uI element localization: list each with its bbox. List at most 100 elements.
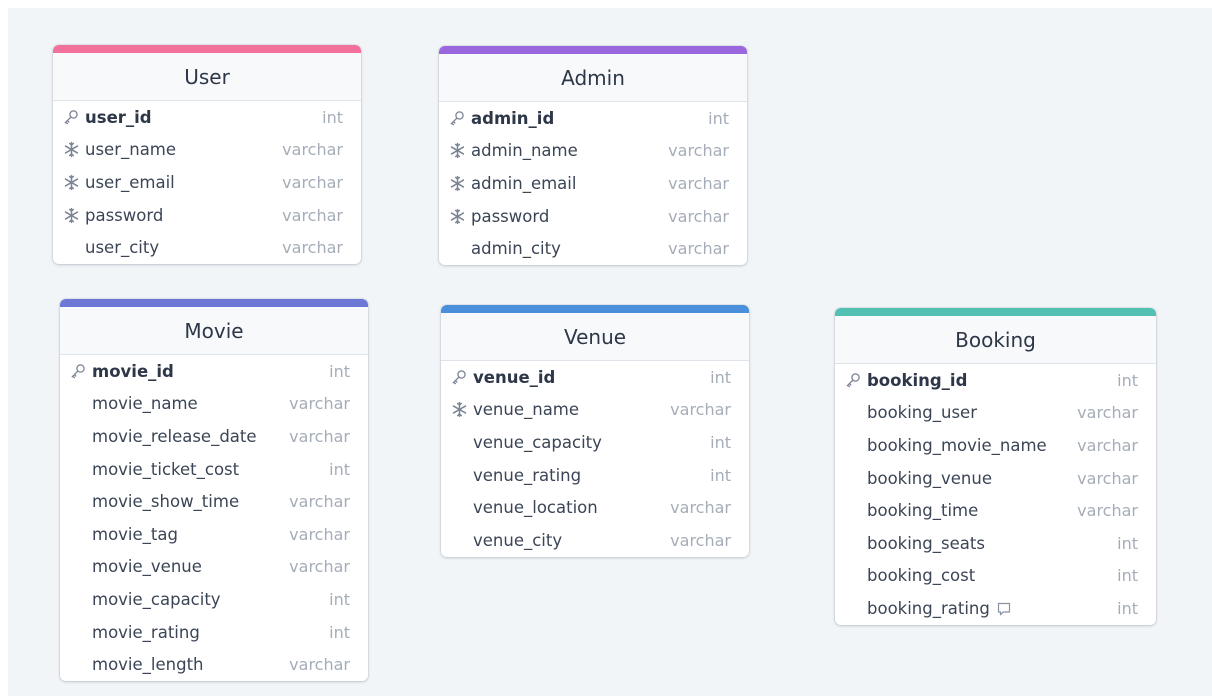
column-type: varchar (289, 557, 350, 577)
column-type: varchar (289, 426, 350, 446)
column-type: int (329, 589, 350, 609)
table-title[interactable]: Admin (439, 54, 747, 102)
column-row-movie-name[interactable]: movie_name varchar (60, 388, 368, 421)
table-user[interactable]: User user_id int user_name varchar user_emai… (53, 45, 361, 264)
column-row-password[interactable]: password varchar (53, 199, 361, 232)
column-row-admin-email[interactable]: admin_email varchar (439, 167, 747, 200)
column-row-user-id[interactable]: user_id int (53, 101, 361, 134)
column-row-booking-user[interactable]: booking_user varchar (835, 397, 1156, 430)
column-row-admin-id[interactable]: admin_id int (439, 102, 747, 135)
column-name: movie_id (92, 362, 329, 381)
column-name: movie_venue (92, 557, 289, 576)
column-name-text: movie_id (92, 361, 174, 381)
table-title[interactable]: Movie (60, 307, 368, 355)
column-row-movie-rating[interactable]: movie_rating int (60, 616, 368, 649)
column-name-text: movie_rating (92, 622, 200, 642)
column-row-venue-location[interactable]: venue_location varchar (441, 491, 749, 524)
column-row-user-city[interactable]: user_city varchar (53, 231, 361, 264)
column-type: int (710, 465, 731, 485)
table-admin[interactable]: Admin admin_id int admin_name varchar admin_… (439, 46, 747, 265)
column-name-text: movie_capacity (92, 589, 221, 609)
column-row-movie-release-date[interactable]: movie_release_date varchar (60, 420, 368, 453)
column-name: booking_movie_name (867, 436, 1077, 455)
table-venue[interactable]: Venue venue_id int venue_name varchar venue_… (441, 305, 749, 557)
table-booking[interactable]: Booking booking_id int booking_user varchar… (835, 308, 1156, 625)
column-row-venue-rating[interactable]: venue_rating int (441, 459, 749, 492)
column-row-user-email[interactable]: user_email varchar (53, 166, 361, 199)
column-name-text: venue_capacity (473, 432, 602, 452)
column-type: varchar (289, 524, 350, 544)
column-type: varchar (670, 400, 731, 420)
column-type: int (710, 432, 731, 452)
column-row-admin-city[interactable]: admin_city varchar (439, 232, 747, 265)
column-name-text: booking_user (867, 403, 977, 423)
table-title[interactable]: Venue (441, 313, 749, 361)
key-icon (449, 110, 471, 126)
column-name-text: venue_location (473, 498, 598, 518)
column-type: varchar (282, 140, 343, 160)
column-row-booking-id[interactable]: booking_id int (835, 364, 1156, 397)
key-icon (451, 369, 473, 385)
column-row-user-name[interactable]: user_name varchar (53, 134, 361, 167)
snowflake-icon (451, 401, 473, 418)
column-row-booking-seats[interactable]: booking_seats int (835, 527, 1156, 560)
column-row-movie-tag[interactable]: movie_tag varchar (60, 518, 368, 551)
table-title[interactable]: User (53, 53, 361, 101)
column-row-venue-capacity[interactable]: venue_capacity int (441, 426, 749, 459)
table-color-bar (441, 305, 749, 313)
column-type: varchar (289, 492, 350, 512)
column-row-password[interactable]: password varchar (439, 200, 747, 233)
column-type: varchar (1077, 435, 1138, 455)
table-movie[interactable]: Movie movie_id int movie_name varchar movie_… (60, 299, 368, 681)
column-row-booking-venue[interactable]: booking_venue varchar (835, 462, 1156, 495)
column-name: user_city (85, 238, 282, 257)
column-name-text: admin_id (471, 108, 555, 128)
column-type: varchar (1077, 468, 1138, 488)
column-row-venue-id[interactable]: venue_id int (441, 361, 749, 394)
column-row-movie-length[interactable]: movie_length varchar (60, 648, 368, 681)
column-row-booking-movie-name[interactable]: booking_movie_name varchar (835, 429, 1156, 462)
snowflake-icon (449, 208, 471, 225)
column-row-admin-name[interactable]: admin_name varchar (439, 135, 747, 168)
table-title[interactable]: Booking (835, 316, 1156, 364)
column-row-booking-time[interactable]: booking_time varchar (835, 494, 1156, 527)
column-name: movie_tag (92, 525, 289, 544)
key-icon (845, 372, 867, 388)
column-type: varchar (282, 238, 343, 258)
note-icon[interactable] (996, 601, 1012, 617)
column-type: varchar (670, 498, 731, 518)
snowflake-icon (449, 142, 471, 159)
column-row-booking-rating[interactable]: booking_rating int (835, 592, 1156, 625)
column-name-text: venue_id (473, 367, 556, 387)
column-type: varchar (1077, 403, 1138, 423)
column-name: venue_name (473, 400, 670, 419)
column-row-movie-ticket-cost[interactable]: movie_ticket_cost int (60, 453, 368, 486)
column-name: booking_seats (867, 534, 1117, 553)
column-name: booking_venue (867, 469, 1077, 488)
column-type: varchar (668, 206, 729, 226)
column-name-text: booking_time (867, 501, 979, 521)
column-name-text: movie_name (92, 394, 198, 414)
table-color-bar (835, 308, 1156, 316)
column-name-text: movie_length (92, 655, 204, 675)
column-row-booking-cost[interactable]: booking_cost int (835, 560, 1156, 593)
column-name: booking_time (867, 501, 1077, 520)
column-name: admin_id (471, 109, 708, 128)
column-type: int (329, 361, 350, 381)
column-name: booking_user (867, 403, 1077, 422)
snowflake-icon (63, 207, 85, 224)
snowflake-icon (63, 174, 85, 191)
column-row-movie-venue[interactable]: movie_venue varchar (60, 551, 368, 584)
column-name: user_name (85, 140, 282, 159)
column-name: user_id (85, 108, 322, 127)
column-row-movie-capacity[interactable]: movie_capacity int (60, 583, 368, 616)
column-row-movie-id[interactable]: movie_id int (60, 355, 368, 388)
column-row-venue-name[interactable]: venue_name varchar (441, 394, 749, 427)
column-name: user_email (85, 173, 282, 192)
column-row-movie-show-time[interactable]: movie_show_time varchar (60, 485, 368, 518)
column-name: movie_rating (92, 623, 329, 642)
column-row-venue-city[interactable]: venue_city varchar (441, 524, 749, 557)
column-name: admin_city (471, 239, 668, 258)
column-name: movie_name (92, 394, 289, 413)
column-name: venue_capacity (473, 433, 710, 452)
